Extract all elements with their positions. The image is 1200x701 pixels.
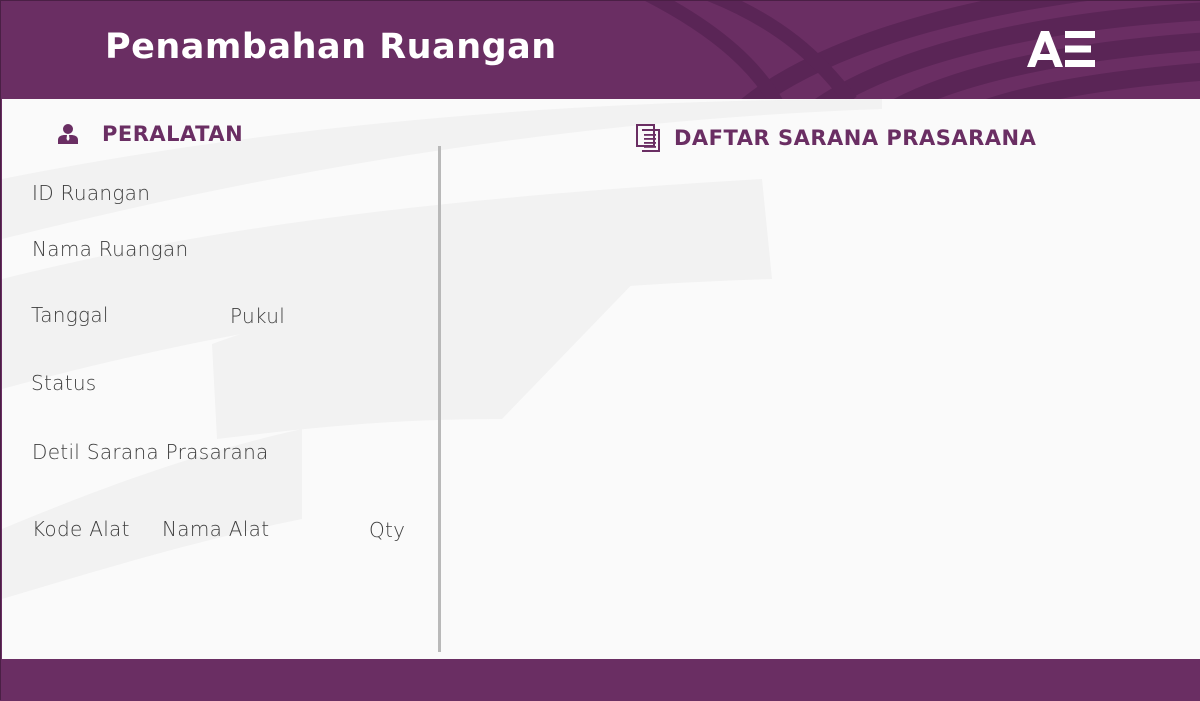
detil-sarana-label: Detil Sarana Prasarana xyxy=(32,440,269,464)
app-window: Penambahan Ruangan PERALATAN DAFTAR SARA… xyxy=(0,0,1200,701)
footer-bar xyxy=(1,659,1200,701)
nama-ruangan-label: Nama Ruangan xyxy=(32,237,189,261)
user-icon xyxy=(58,124,78,144)
id-ruangan-label: ID Ruangan xyxy=(32,181,151,205)
main-content: PERALATAN DAFTAR SARANA PRASARANA ID Rua… xyxy=(2,99,1200,659)
background-decoration xyxy=(2,99,882,599)
pukul-label: Pukul xyxy=(230,304,286,328)
ae-logo xyxy=(1027,31,1095,67)
panel-divider xyxy=(438,146,441,652)
header-bar: Penambahan Ruangan xyxy=(1,1,1200,99)
kode-alat-header: Kode Alat xyxy=(32,517,130,541)
document-list-icon xyxy=(636,124,660,152)
tanggal-label: Tanggal xyxy=(31,303,109,327)
daftar-sarana-heading-label: DAFTAR SARANA PRASARANA xyxy=(674,126,1037,150)
status-label: Status xyxy=(31,371,97,395)
daftar-sarana-heading: DAFTAR SARANA PRASARANA xyxy=(636,124,1036,152)
page-title: Penambahan Ruangan xyxy=(105,27,557,67)
peralatan-heading-label: PERALATAN xyxy=(102,122,244,146)
peralatan-heading: PERALATAN xyxy=(58,122,243,146)
nama-alat-header: Nama Alat xyxy=(162,517,270,541)
qty-header: Qty xyxy=(369,518,406,542)
